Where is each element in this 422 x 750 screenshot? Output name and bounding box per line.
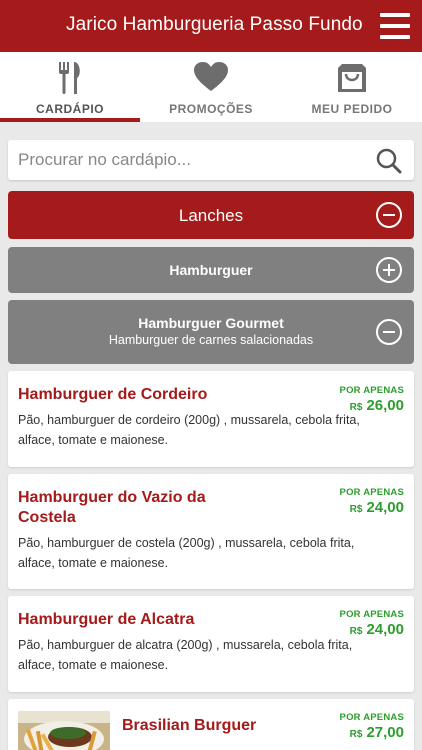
price-label: POR APENAS: [339, 385, 404, 396]
hamburger-menu-icon[interactable]: [380, 13, 410, 39]
item-name: Brasilian Burguer: [122, 717, 257, 734]
item-description: Pão, hamburguer de alcatra (200g) , muss…: [18, 638, 353, 672]
category-subtitle: Hamburguer de carnes salacionadas: [108, 333, 314, 347]
menu-item[interactable]: Hamburguer de Cordeiro POR APENAS R$ 26,0…: [8, 371, 414, 467]
category-hamburguer-gourmet[interactable]: Hamburguer Gourmet Hamburguer de carnes …: [8, 300, 414, 364]
page-title: Jarico Hamburgueria Passo Fundo: [66, 14, 363, 35]
item-name: Hamburguer do Vazio da Costela: [18, 489, 206, 526]
price-label: POR APENAS: [339, 609, 404, 620]
category-hamburguer[interactable]: Hamburguer: [8, 247, 414, 293]
menu-item[interactable]: Hamburguer do Vazio da Costela POR APENA…: [8, 474, 414, 589]
tab-promocoes[interactable]: PROMOÇÕES: [141, 52, 281, 122]
currency: R$: [349, 504, 363, 515]
item-description: Pão, hamburguer de cordeiro (200g) , mus…: [18, 413, 360, 447]
category-lanches[interactable]: Lanches: [8, 191, 414, 239]
shopping-bag-icon: [336, 62, 368, 99]
menu-item[interactable]: Brasilian Burguer POR APENAS R$ 27,00: [8, 699, 414, 750]
price-value: 24,00: [366, 499, 404, 516]
tab-label: CARDÁPIO: [35, 102, 104, 116]
tab-cardapio[interactable]: CARDÁPIO: [0, 52, 140, 122]
minus-circle-icon[interactable]: [376, 202, 402, 228]
fork-knife-icon: [57, 62, 83, 99]
category-label: Hamburguer: [169, 262, 253, 278]
search-icon[interactable]: [376, 148, 402, 179]
item-photo: [18, 711, 110, 750]
price-label: POR APENAS: [339, 487, 404, 498]
price-label: POR APENAS: [339, 712, 404, 723]
tab-bar: CARDÁPIO PROMOÇÕES MEU PEDIDO: [0, 52, 422, 122]
price-value: 27,00: [366, 724, 404, 741]
minus-circle-icon[interactable]: [376, 319, 402, 345]
currency: R$: [349, 729, 363, 740]
tab-label: MEU PEDIDO: [311, 102, 393, 116]
item-price: R$ 24,00: [350, 499, 404, 516]
heart-icon: [194, 62, 228, 97]
item-price: R$ 27,00: [350, 724, 404, 741]
search-input[interactable]: [18, 140, 368, 180]
active-tab-indicator: [0, 118, 140, 122]
category-label: Hamburguer Gourmet: [138, 315, 284, 331]
search-bar: [8, 140, 414, 180]
menu-item[interactable]: Hamburguer de Alcatra POR APENAS R$ 24,00…: [8, 596, 414, 692]
category-label: Lanches: [178, 206, 244, 225]
tab-label: PROMOÇÕES: [169, 102, 253, 116]
plus-circle-icon[interactable]: [376, 257, 402, 283]
item-name: Hamburguer de Alcatra: [18, 611, 195, 628]
item-description: Pão, hamburguer de costela (200g) , muss…: [18, 536, 355, 570]
item-name: Hamburguer de Cordeiro: [18, 386, 208, 403]
tab-meu-pedido[interactable]: MEU PEDIDO: [282, 52, 422, 122]
app-header: Jarico Hamburgueria Passo Fundo: [0, 0, 422, 52]
